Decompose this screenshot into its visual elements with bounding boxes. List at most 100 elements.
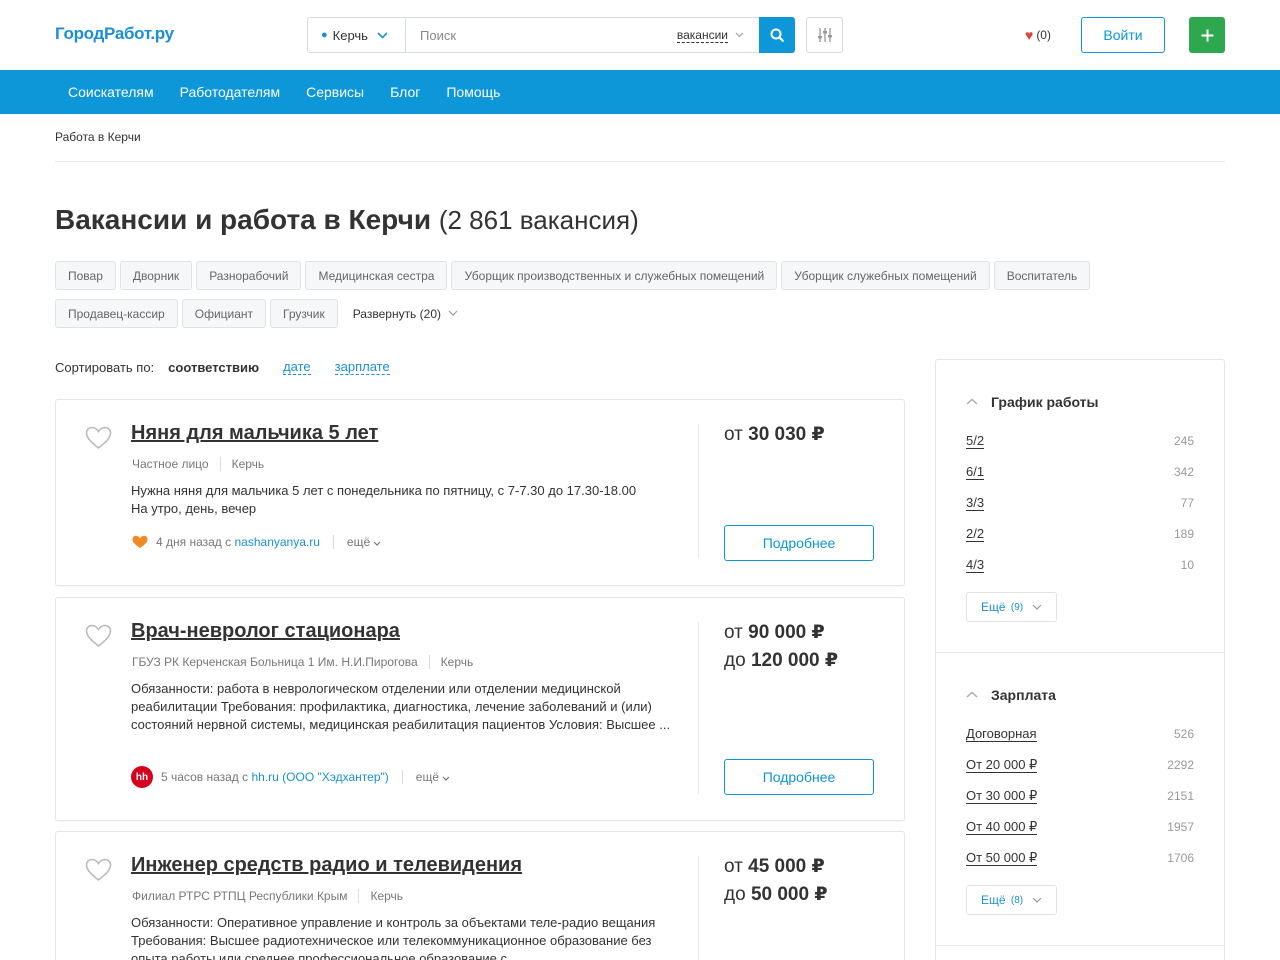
filter-section-title: Зарплата (991, 687, 1056, 703)
filter-section-schedule-toggle[interactable]: График работы (966, 394, 1099, 410)
filter-section-title: График работы (991, 394, 1099, 410)
filter-option[interactable]: Договорная 526 (966, 727, 1194, 742)
chevron-up-icon (966, 689, 978, 701)
filter-option-label: От 20 000 ₽ (966, 757, 1038, 773)
chevron-down-icon (442, 776, 450, 781)
sort-option-date[interactable]: дате (283, 360, 311, 375)
divider (698, 622, 699, 794)
filter-more-button[interactable]: Ещё (8) (966, 885, 1058, 915)
details-button[interactable]: Подробнее (724, 525, 874, 561)
tag-chip[interactable]: Повар (55, 261, 116, 290)
filter-more-count: (9) (1010, 601, 1024, 613)
salary-from-value: 90 000 ₽ (748, 622, 825, 643)
filters-button[interactable] (806, 17, 843, 53)
divider (936, 652, 1224, 653)
filter-option[interactable]: 2/2 189 (966, 527, 1194, 542)
breadcrumb[interactable]: Работа в Керчи (55, 130, 141, 144)
city-select[interactable]: ● Керчь (308, 18, 406, 52)
filter-section-salary-toggle[interactable]: Зарплата (966, 687, 1056, 703)
filter-option[interactable]: От 40 000 ₽ 1957 (966, 820, 1194, 835)
tag-chip[interactable]: Воспитатель (993, 261, 1091, 290)
vacancy-posted: 4 дня назад с (156, 535, 232, 549)
sort-option-relevance[interactable]: соответствию (168, 360, 259, 375)
vacancy-meta: Филиал РТРС РТПЦ Республики Крым Керчь (132, 889, 403, 903)
heart-outline-icon[interactable] (85, 426, 112, 455)
vacancy-source: hh 5 часов назад с hh.ru (ООО "Хэдхантер… (131, 766, 450, 788)
nav-item-services[interactable]: Сервисы (293, 70, 377, 114)
vacancy-description-line: На утро, день, вечер (131, 501, 257, 516)
tags-expand-button[interactable]: Развернуть (20) (342, 299, 458, 328)
vacancy-more-button[interactable]: ещё (347, 535, 382, 549)
filter-option-count: 1706 (1167, 851, 1194, 865)
filter-option-label: 2/2 (966, 526, 985, 542)
tags-row-2: Продавец-кассир Официант Грузчик Разверн… (55, 299, 1225, 328)
nav-item-help[interactable]: Помощь (433, 70, 513, 114)
tag-chip[interactable]: Официант (181, 299, 267, 328)
nav-item-employers[interactable]: Работодателям (167, 70, 294, 114)
filter-option-count: 2292 (1167, 758, 1194, 772)
vacancy-card: Врач-невролог стационара ГБУЗ РК Керченс… (55, 597, 905, 821)
vacancy-meta: ГБУЗ РК Керченская Больница 1 Им. Н.И.Пи… (132, 655, 473, 669)
vacancy-title[interactable]: Няня для мальчика 5 лет (131, 422, 378, 445)
salary-to-value: 50 000 ₽ (750, 884, 828, 905)
tag-chip[interactable]: Уборщик производственных и служебных пом… (451, 261, 778, 290)
search-button[interactable] (759, 17, 795, 53)
filter-option-label: 3/3 (966, 495, 985, 511)
login-button[interactable]: Войти (1081, 17, 1165, 53)
salary-from-value: 30 030 ₽ (748, 424, 825, 445)
nav-item-blog[interactable]: Блог (377, 70, 433, 114)
heart-outline-icon[interactable] (85, 624, 112, 653)
vacancy-title[interactable]: Врач-невролог стационара (131, 620, 400, 643)
vacancy-card: Инженер средств радио и телевидения Фили… (55, 831, 905, 960)
vacancy-more-label: ещё (346, 535, 371, 549)
tag-chip[interactable]: Продавец-кассир (55, 299, 178, 328)
filters-sidebar: График работы 5/2 245 6/1 342 3/3 77 2/2 189… (935, 359, 1225, 960)
tag-chip[interactable]: Грузчик (270, 299, 338, 328)
filter-option[interactable]: От 20 000 ₽ 2292 (966, 758, 1194, 773)
filter-option[interactable]: От 30 000 ₽ 2151 (966, 789, 1194, 804)
vacancy-employer: Частное лицо (132, 457, 209, 471)
favorites-link[interactable]: ♥ (0) (1025, 27, 1051, 43)
chevron-down-icon (1032, 895, 1042, 906)
tag-chip[interactable]: Разнорабочий (196, 261, 302, 290)
tags-row-1: Повар Дворник Разнорабочий Медицинская с… (55, 261, 1225, 290)
search-icon (770, 28, 784, 42)
vacancy-employer: Филиал РТРС РТПЦ Республики Крым (132, 889, 348, 903)
filter-option-label: 6/1 (966, 464, 985, 480)
search-scope-select[interactable]: вакансии (676, 18, 758, 52)
separator (332, 535, 334, 549)
filter-option-label: От 50 000 ₽ (966, 850, 1038, 866)
tag-chip[interactable]: Дворник (119, 261, 193, 290)
tag-chip[interactable]: Медицинская сестра (305, 261, 448, 290)
vacancy-title[interactable]: Инженер средств радио и телевидения (131, 854, 522, 877)
heart-icon: ♥ (1025, 27, 1034, 43)
tag-chip[interactable]: Уборщик служебных помещений (781, 261, 990, 290)
vacancy-more-button[interactable]: ещё (416, 770, 451, 784)
filter-option-label: Договорная (966, 726, 1037, 742)
site-logo[interactable]: ГородРабот.ру (55, 24, 174, 44)
filter-more-button[interactable]: Ещё (9) (966, 592, 1058, 622)
vacancy-source-link[interactable]: nashanyanya.ru (235, 535, 320, 549)
vacancy-source-link[interactable]: hh.ru (ООО "Хэдхантер") (251, 770, 388, 784)
filter-option[interactable]: 4/3 10 (966, 558, 1194, 573)
vacancy-description: Обязанности: Оперативное управление и ко… (131, 914, 676, 960)
separator (358, 889, 360, 903)
salary-from: от 45 000 ₽ (724, 855, 825, 878)
main-nav: Соискателям Работодателям Сервисы Блог П… (0, 70, 1280, 114)
heart-outline-icon[interactable] (85, 858, 112, 887)
add-button[interactable] (1189, 17, 1225, 53)
sort-label: Сортировать по: (55, 360, 155, 375)
search-input[interactable] (406, 18, 677, 52)
filter-option[interactable]: 6/1 342 (966, 465, 1194, 480)
salary-from-label: от (724, 424, 743, 445)
sort-option-salary[interactable]: зарплате (334, 360, 390, 375)
sort-bar: Сортировать по: соответствию дате зарпла… (55, 360, 402, 375)
divider (698, 424, 699, 559)
nav-item-job-seekers[interactable]: Соискателям (55, 70, 167, 114)
vacancy-city: Керчь (440, 655, 474, 669)
details-button[interactable]: Подробнее (724, 759, 874, 795)
filter-option-count: 2151 (1167, 789, 1194, 803)
filter-option[interactable]: От 50 000 ₽ 1706 (966, 851, 1194, 866)
filter-option[interactable]: 3/3 77 (966, 496, 1194, 511)
filter-option[interactable]: 5/2 245 (966, 434, 1194, 449)
